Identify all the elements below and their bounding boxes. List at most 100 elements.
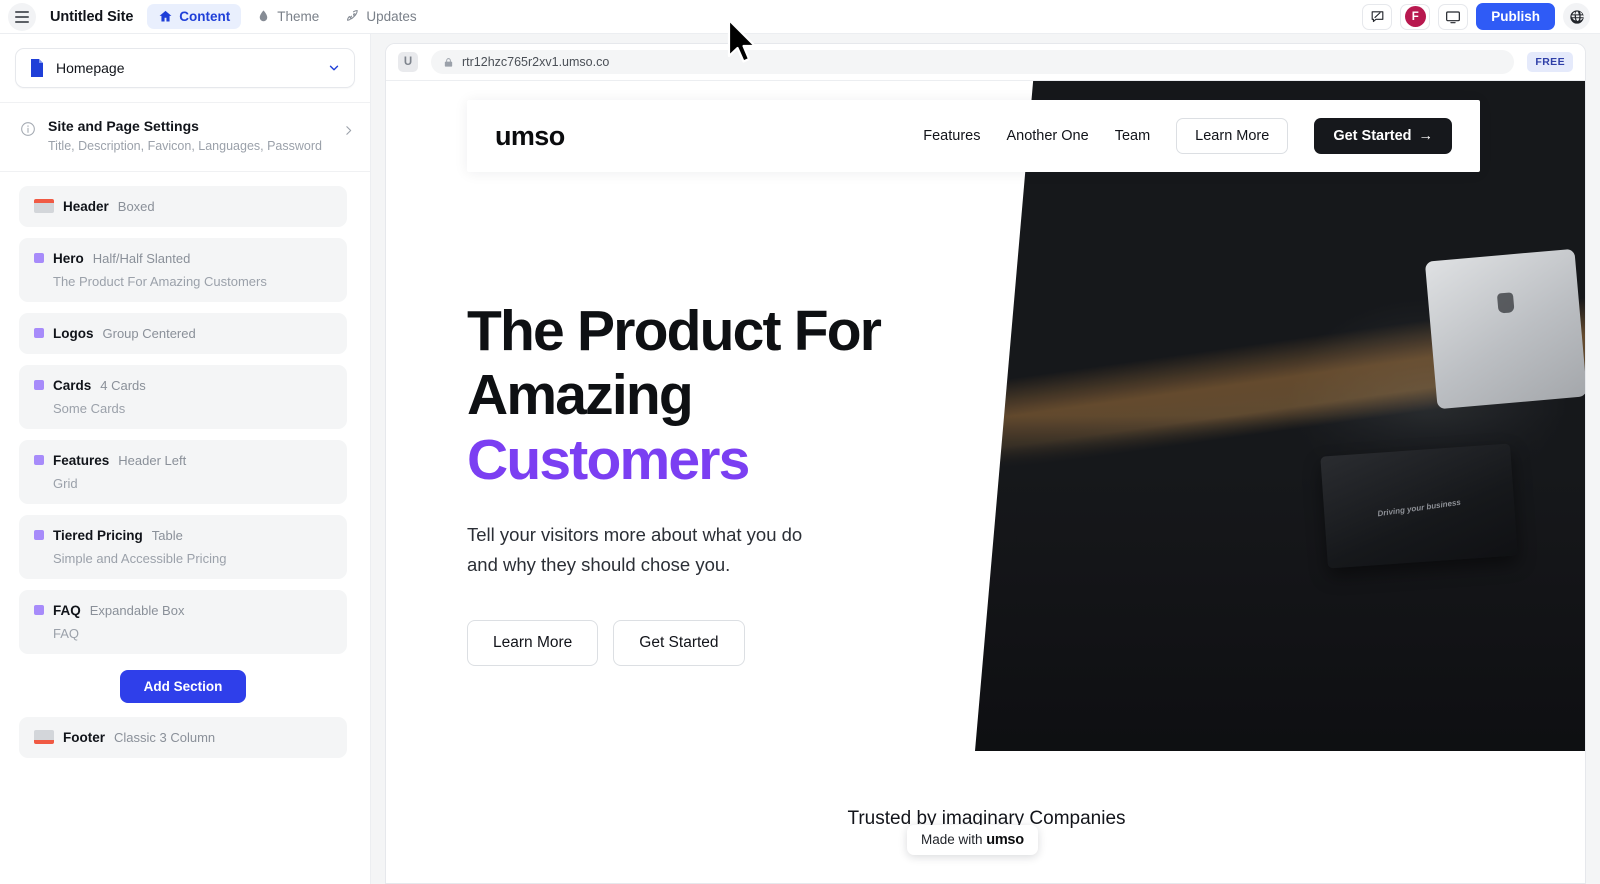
- lock-icon: [444, 57, 453, 67]
- page-selector[interactable]: Homepage: [15, 48, 355, 88]
- section-name: Footer: [63, 729, 105, 745]
- section-header-row: Tiered Pricing Table: [34, 528, 332, 543]
- url-text: rtr12hzc765r2xv1.umso.co: [462, 55, 610, 69]
- language-globe-button[interactable]: [1563, 3, 1590, 30]
- hero-learn-more-button[interactable]: Learn More: [467, 620, 599, 667]
- tab-content[interactable]: Content: [147, 4, 242, 29]
- document-icon: [31, 59, 43, 77]
- chevron-down-icon: [329, 65, 339, 71]
- site-and-page-settings-row[interactable]: Site and Page Settings Title, Descriptio…: [0, 102, 370, 172]
- site-title: Untitled Site: [50, 8, 134, 25]
- section-variant: Group Centered: [102, 325, 196, 341]
- section-item-logos[interactable]: Logos Group Centered: [19, 312, 347, 354]
- account-avatar-button[interactable]: F: [1400, 3, 1431, 30]
- header-block-icon: [34, 199, 54, 214]
- hero-photo-image: [975, 81, 1585, 751]
- section-list: Header Boxed Hero Half/Half Slanted The …: [0, 172, 370, 758]
- hero-photo-laptop: Driving your business: [1320, 443, 1518, 568]
- settings-title: Site and Page Settings: [48, 118, 199, 134]
- section-header-row: Cards 4 Cards: [34, 378, 332, 393]
- section-item-header[interactable]: Header Boxed: [19, 185, 347, 227]
- hero-paragraph: Tell your visitors more about what you d…: [467, 524, 803, 576]
- section-header-row: Header Boxed: [34, 199, 332, 214]
- section-subtitle: FAQ: [53, 625, 80, 641]
- section-variant: Boxed: [117, 198, 155, 214]
- site-favicon: U: [398, 52, 418, 72]
- nav-link-another-one[interactable]: Another One: [1006, 128, 1088, 144]
- tab-updates[interactable]: Updates: [334, 4, 427, 29]
- made-with-brand: umso: [986, 832, 1024, 848]
- section-subtitle: The Product For Amazing Customers: [53, 273, 267, 289]
- site-editor-app: Untitled Site Content Theme Updates F Pu…: [0, 0, 1600, 884]
- nav-link-features[interactable]: Features: [923, 128, 980, 144]
- monitor-icon: [1446, 10, 1461, 23]
- tab-theme-label: Theme: [277, 9, 320, 24]
- hero-content: The Product For Amazing Customers Tell y…: [467, 299, 937, 667]
- add-section-wrap: Add Section: [19, 665, 347, 717]
- site-logo: umso: [495, 120, 565, 151]
- section-variant: Table: [151, 527, 183, 543]
- hero-headline-line1: The Product For: [467, 299, 882, 363]
- editor-sidebar: Homepage Site and Page Settings Title, D…: [0, 34, 371, 884]
- section-item-tiered-pricing[interactable]: Tiered Pricing Table Simple and Accessib…: [19, 514, 347, 579]
- url-bar[interactable]: rtr12hzc765r2xv1.umso.co: [431, 50, 1515, 74]
- nav-link-team[interactable]: Team: [1115, 128, 1150, 144]
- section-name: Features: [53, 452, 110, 468]
- tab-theme[interactable]: Theme: [245, 4, 330, 29]
- section-header-row: Logos Group Centered: [34, 326, 332, 341]
- home-icon: [159, 10, 172, 22]
- section-item-features[interactable]: Features Header Left Grid: [19, 439, 347, 504]
- section-header-row: Features Header Left: [34, 453, 332, 468]
- section-name: Tiered Pricing: [53, 527, 143, 543]
- hero-headline-line2: Amazing: [467, 363, 694, 428]
- site-navbar: umso Features Another One Team Learn Mor…: [467, 100, 1480, 172]
- footer-block-icon: [34, 730, 54, 745]
- site-nav-links: Features Another One Team Learn More Get…: [923, 118, 1452, 154]
- section-variant: 4 Cards: [100, 377, 146, 393]
- chevron-right-icon: [346, 126, 352, 135]
- made-with-umso-badge[interactable]: Made with umso: [907, 825, 1038, 855]
- nav-get-started-button[interactable]: Get Started →: [1314, 118, 1452, 154]
- section-variant: Classic 3 Column: [114, 729, 216, 745]
- section-header-row: Footer Classic 3 Column: [34, 730, 332, 745]
- settings-text: Site and Page Settings Title, Descriptio…: [48, 117, 322, 155]
- section-dot-icon: [34, 328, 44, 339]
- section-dot-icon: [34, 253, 44, 264]
- device-preview-button[interactable]: [1438, 3, 1469, 30]
- nav-learn-more-button[interactable]: Learn More: [1176, 118, 1289, 154]
- hero-get-started-button[interactable]: Get Started: [613, 620, 745, 667]
- section-variant: Header Left: [118, 452, 187, 468]
- hero-background-photo: Driving your business: [975, 81, 1585, 751]
- section-name: Logos: [53, 325, 94, 341]
- section-name: Hero: [53, 250, 84, 266]
- rocket-icon: [347, 10, 359, 21]
- section-subtitle: Simple and Accessible Pricing: [53, 550, 227, 566]
- plan-badge: FREE: [1527, 52, 1573, 72]
- hero-headline: The Product For Amazing Customers: [467, 299, 937, 492]
- hero-photo-laptop-caption: Driving your business: [1376, 497, 1462, 519]
- section-header-row: Hero Half/Half Slanted: [34, 251, 332, 266]
- preview-pane: U rtr12hzc765r2xv1.umso.co FREE Driving …: [371, 34, 1600, 884]
- page-selector-wrap: Homepage: [0, 34, 370, 102]
- info-circle-icon: [21, 122, 35, 136]
- section-header-row: FAQ Expandable Box: [34, 603, 332, 618]
- hamburger-menu-icon[interactable]: [8, 2, 36, 31]
- section-item-cards[interactable]: Cards 4 Cards Some Cards: [19, 364, 347, 429]
- arrow-right-icon: →: [1418, 128, 1434, 144]
- section-item-faq[interactable]: FAQ Expandable Box FAQ: [19, 589, 347, 654]
- add-section-button[interactable]: Add Section: [119, 669, 247, 703]
- site-preview-viewport: Driving your business umso Features Anot…: [386, 81, 1585, 883]
- section-subtitle: Some Cards: [53, 400, 126, 416]
- section-item-footer[interactable]: Footer Classic 3 Column: [19, 716, 347, 758]
- globe-icon: [1569, 9, 1584, 24]
- hero-photo-imac: [1424, 248, 1585, 410]
- section-variant: Half/Half Slanted: [92, 250, 191, 266]
- section-dot-icon: [34, 605, 44, 616]
- feedback-button[interactable]: [1362, 3, 1393, 30]
- section-variant: Expandable Box: [89, 602, 185, 618]
- top-toolbar: Untitled Site Content Theme Updates F Pu…: [0, 0, 1600, 34]
- publish-button[interactable]: Publish: [1476, 3, 1555, 30]
- nav-get-started-label: Get Started: [1333, 128, 1412, 144]
- section-item-hero[interactable]: Hero Half/Half Slanted The Product For A…: [19, 237, 347, 302]
- browser-frame: U rtr12hzc765r2xv1.umso.co FREE Driving …: [385, 43, 1586, 884]
